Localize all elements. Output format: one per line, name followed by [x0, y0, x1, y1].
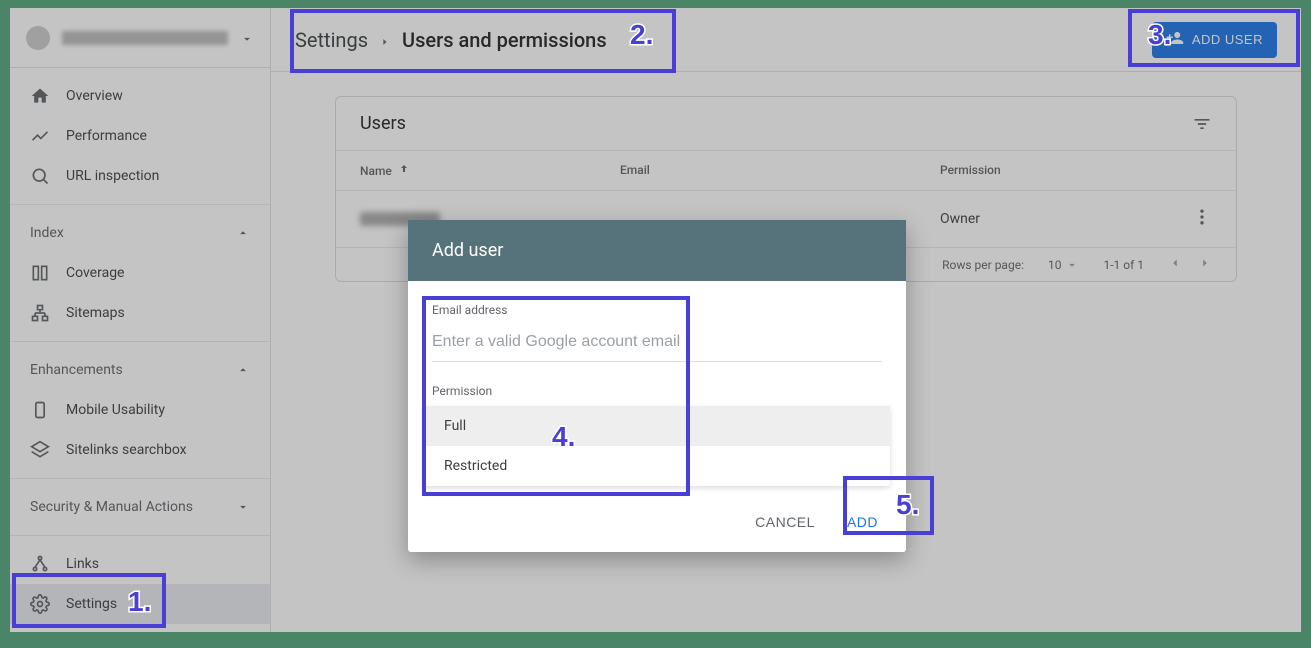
coverage-icon	[30, 263, 50, 283]
sidebar-item-performance[interactable]: Performance	[10, 116, 270, 156]
property-name-blurred	[62, 31, 228, 45]
sidebar-item-label: Coverage	[66, 265, 124, 281]
mobile-icon	[30, 400, 50, 420]
sidebar-item-overview[interactable]: Overview	[10, 76, 270, 116]
breadcrumb: Settings Users and permissions	[295, 28, 607, 52]
sidebar-group-title: Index	[30, 225, 64, 241]
add-button[interactable]: ADD	[843, 508, 882, 536]
column-header-name[interactable]: Name	[360, 164, 392, 178]
rows-per-page-select[interactable]: 10	[1048, 258, 1080, 272]
sitemap-icon	[30, 303, 50, 323]
rows-per-page-label: Rows per page:	[942, 258, 1024, 272]
chevron-right-icon	[380, 28, 390, 52]
filter-icon[interactable]	[1192, 114, 1212, 134]
email-label: Email address	[432, 303, 882, 317]
sidebar-item-label: Mobile Usability	[66, 402, 165, 418]
sidebar-item-label: Sitelinks searchbox	[66, 442, 187, 458]
email-input[interactable]	[432, 325, 882, 362]
trending-icon	[30, 126, 50, 146]
card-title: Users	[360, 113, 406, 134]
chevron-down-icon	[240, 31, 254, 45]
sidebar-item-sitemaps[interactable]: Sitemaps	[10, 293, 270, 333]
sidebar-group-title: Security & Manual Actions	[30, 499, 193, 515]
search-icon	[30, 166, 50, 186]
sidebar-item-url-inspection[interactable]: URL inspection	[10, 156, 270, 196]
more-vert-icon[interactable]	[1192, 207, 1212, 231]
sidebar-item-label: Performance	[66, 128, 147, 144]
sidebar-group-enhancements[interactable]: Enhancements	[10, 350, 270, 390]
sidebar-item-coverage[interactable]: Coverage	[10, 253, 270, 293]
prev-page-icon[interactable]	[1168, 256, 1182, 273]
sidebar-item-sitelinks-searchbox[interactable]: Sitelinks searchbox	[10, 430, 270, 470]
breadcrumb-item-users-permissions: Users and permissions	[402, 28, 607, 52]
sidebar-item-label: URL inspection	[66, 168, 159, 184]
property-selector[interactable]	[10, 8, 270, 68]
page-range: 1-1 of 1	[1103, 258, 1144, 272]
sidebar-item-settings[interactable]: Settings	[10, 584, 270, 624]
permission-label: Permission	[432, 384, 882, 398]
dialog-title: Add user	[408, 220, 906, 281]
home-icon	[30, 86, 50, 106]
chevron-down-icon	[236, 500, 250, 514]
sidebar-group-security[interactable]: Security & Manual Actions	[10, 487, 270, 527]
links-icon	[30, 554, 50, 574]
column-header-permission[interactable]: Permission	[940, 163, 1001, 177]
gear-icon	[30, 594, 50, 614]
next-page-icon[interactable]	[1198, 256, 1212, 273]
sidebar-item-links[interactable]: Links	[10, 544, 270, 584]
permission-option-restricted[interactable]: Restricted	[424, 446, 890, 486]
chevron-up-icon	[236, 226, 250, 240]
add-user-label: ADD USER	[1192, 32, 1263, 47]
permission-option-full[interactable]: Full	[424, 406, 890, 446]
cancel-button[interactable]: CANCEL	[751, 508, 819, 536]
person-add-icon	[1166, 29, 1184, 50]
chevron-up-icon	[236, 363, 250, 377]
rpp-value: 10	[1048, 258, 1062, 272]
sidebar-item-label: Settings	[66, 596, 117, 612]
add-user-button[interactable]: ADD USER	[1152, 22, 1277, 58]
sidebar-item-label: Overview	[66, 88, 123, 104]
sidebar-item-label: Links	[66, 556, 99, 572]
permission-dropdown: Full Restricted	[424, 406, 890, 486]
breadcrumb-item-settings[interactable]: Settings	[295, 28, 368, 52]
sidebar-group-title: Enhancements	[30, 362, 123, 378]
sort-asc-icon	[398, 163, 410, 178]
add-user-dialog: Add user Email address Permission Full R…	[408, 220, 906, 552]
sidebar-group-index[interactable]: Index	[10, 213, 270, 253]
sidebar-item-mobile-usability[interactable]: Mobile Usability	[10, 390, 270, 430]
column-header-email[interactable]: Email	[620, 163, 650, 177]
sitelinks-icon	[30, 440, 50, 460]
user-permission: Owner	[940, 211, 980, 227]
property-avatar	[26, 26, 50, 50]
sidebar-item-label: Sitemaps	[66, 305, 125, 321]
